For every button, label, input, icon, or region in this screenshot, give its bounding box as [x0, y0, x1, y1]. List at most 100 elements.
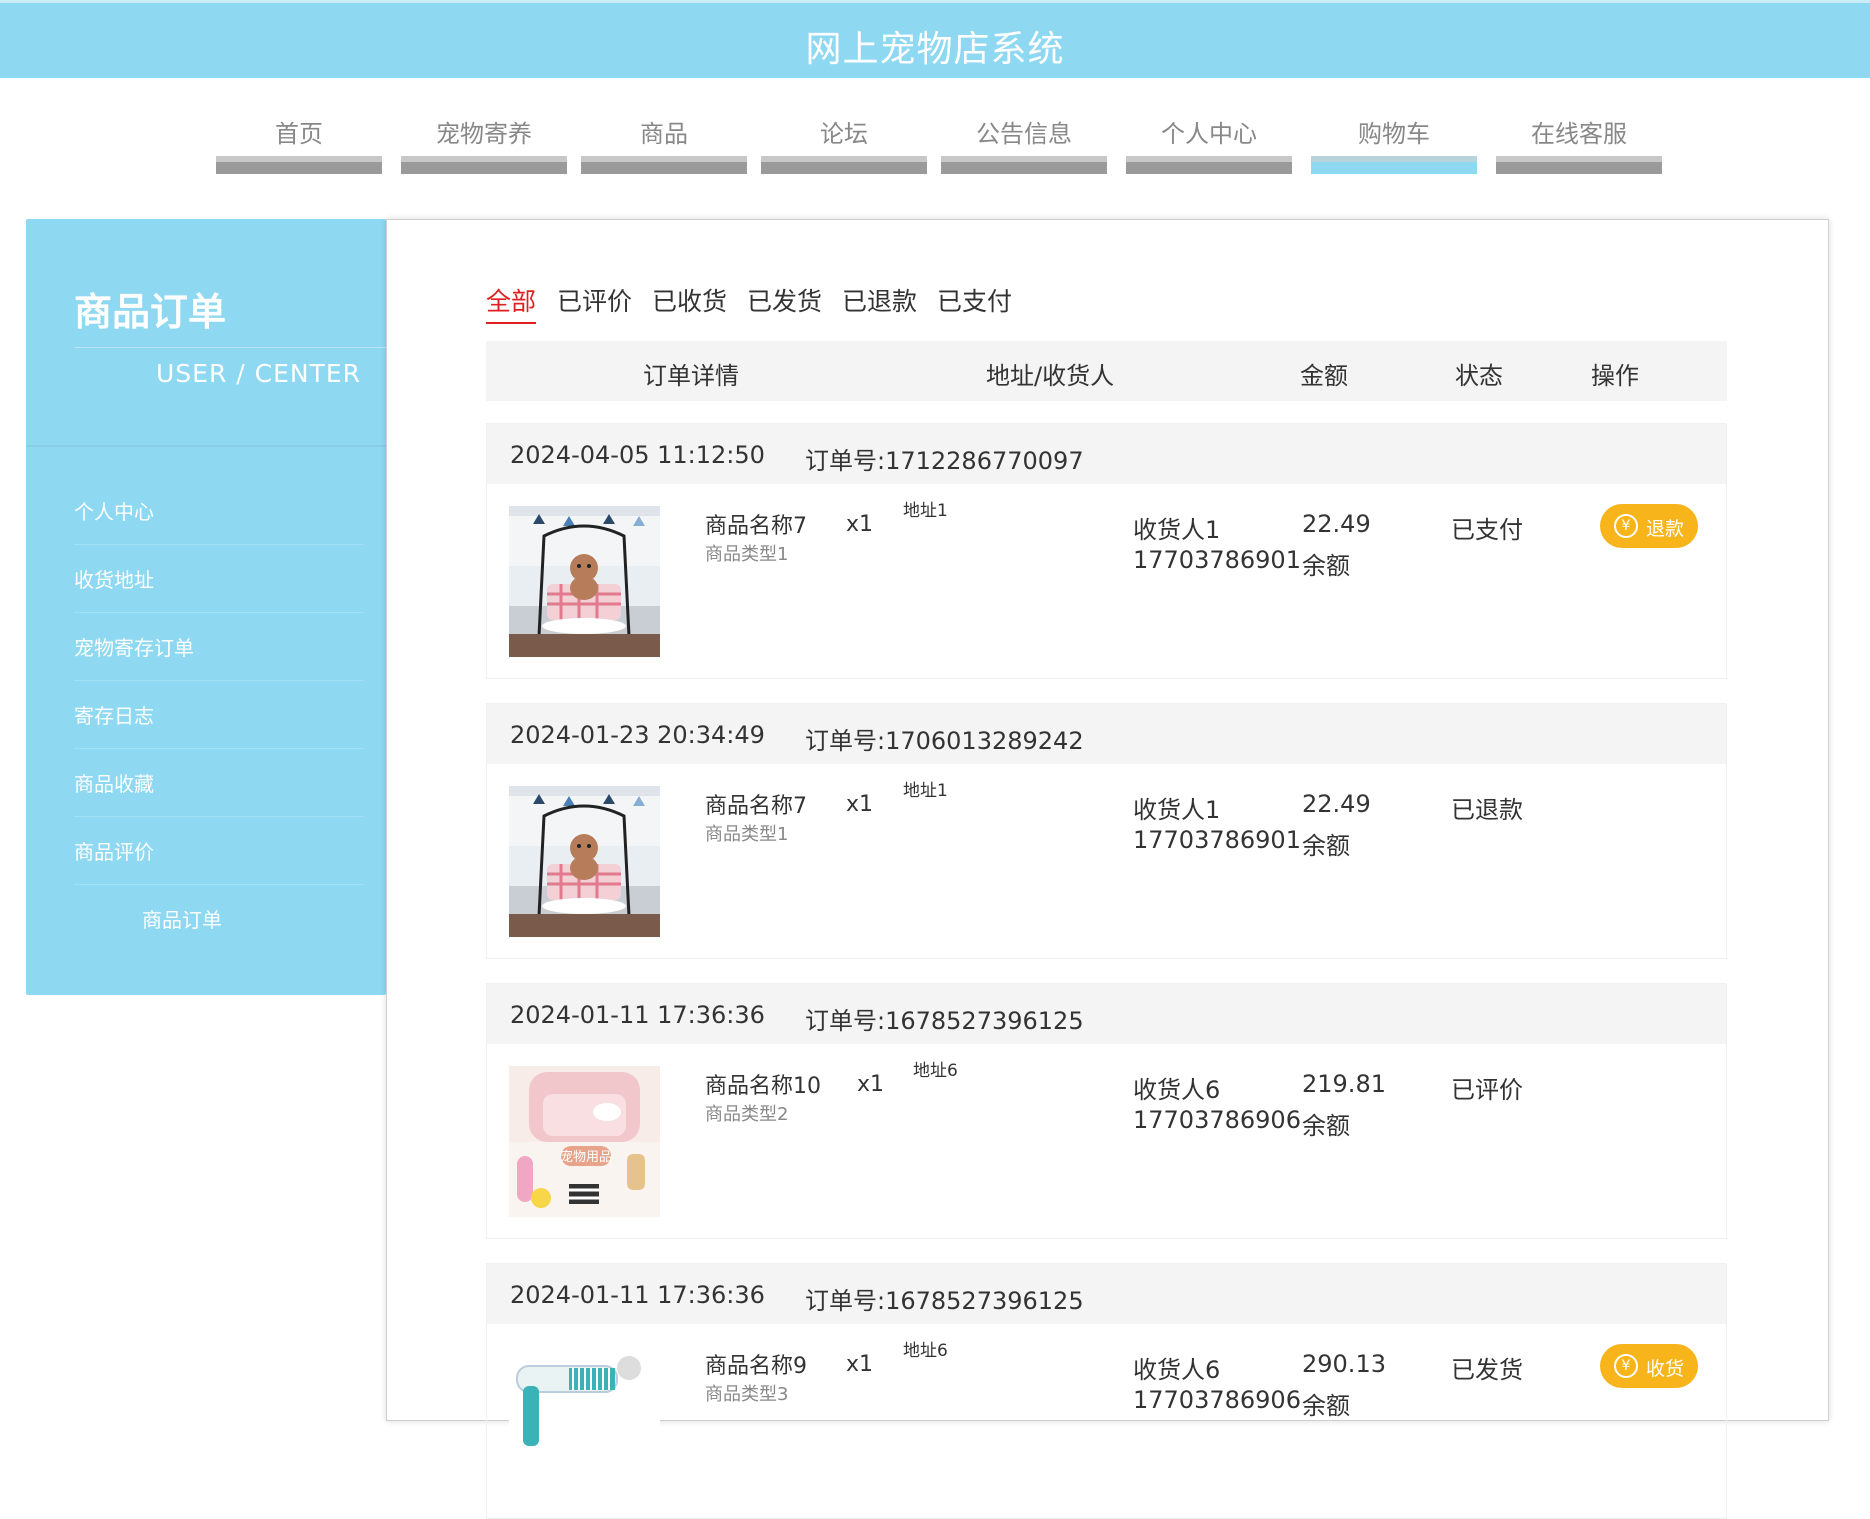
sidebar-item-pet-boarding-orders[interactable]: 宠物寄存订单 [74, 613, 364, 681]
tab-reviewed[interactable]: 已评价 [557, 282, 632, 322]
product-image[interactable] [509, 786, 660, 937]
order-date: 2024-01-11 17:36:36 [510, 1001, 765, 1029]
order-number: 订单号:1706013289242 [805, 727, 1084, 755]
nav-underline [1126, 156, 1292, 174]
product-name[interactable]: 商品名称10 [705, 1068, 821, 1100]
nav-item-online-service[interactable]: 在线客服 [1496, 110, 1662, 174]
nav-underline [941, 156, 1107, 174]
nav-label: 商品 [640, 120, 688, 148]
order-header: 2024-01-23 20:34:49 订单号:1706013289242 [487, 704, 1726, 764]
order-row: 2024-01-11 17:36:36 订单号:1678527396125 宠物… [486, 983, 1727, 1239]
yen-icon: ¥ [1614, 514, 1638, 538]
product-image[interactable]: 宠物用品 [509, 1066, 660, 1217]
product-name[interactable]: 商品名称7 [705, 788, 807, 820]
sidebar-item-label: 宠物寄存订单 [74, 636, 194, 660]
quantity: x1 [857, 1072, 885, 1097]
nav-item-announcements[interactable]: 公告信息 [941, 110, 1107, 174]
receiver-name: 收货人6 [1133, 1356, 1221, 1384]
quantity: x1 [846, 512, 874, 537]
receiver-phone: 17703786901 [1133, 826, 1301, 854]
order-row: 2024-01-11 17:36:36 订单号:1678527396125 商品… [486, 1263, 1727, 1519]
order-status: 已发货 [1451, 1356, 1523, 1384]
order-number: 订单号:1678527396125 [805, 1287, 1084, 1315]
address: 地址1 [903, 781, 948, 801]
payment-method: 余额 [1302, 1392, 1350, 1420]
receiver-name: 收货人1 [1133, 796, 1221, 824]
order-date: 2024-01-11 17:36:36 [510, 1281, 765, 1309]
sidebar-divider [74, 347, 386, 348]
nav-label: 在线客服 [1531, 120, 1627, 148]
order-amount: 22.49 [1302, 510, 1371, 538]
nav-underline [761, 156, 927, 174]
nav-underline-active [1311, 156, 1477, 174]
order-header: 2024-04-05 11:12:50 订单号:1712286770097 [487, 424, 1726, 484]
nav-label: 首页 [275, 120, 323, 148]
column-header: 操作 [1591, 362, 1639, 390]
sidebar-item-boarding-log[interactable]: 寄存日志 [74, 681, 364, 749]
tab-shipped[interactable]: 已发货 [747, 282, 822, 322]
product-image[interactable] [509, 506, 660, 657]
sidebar-title: 商品订单 [74, 290, 227, 334]
nav-label: 公告信息 [976, 120, 1072, 148]
sidebar: 商品订单 USER / CENTER 个人中心 收货地址 宠物寄存订单 寄存日志… [26, 219, 386, 995]
order-date: 2024-04-05 11:12:50 [510, 441, 765, 469]
nav-label: 宠物寄养 [436, 120, 532, 148]
order-status: 已退款 [1451, 796, 1523, 824]
nav-label: 个人中心 [1161, 120, 1257, 148]
product-name[interactable]: 商品名称7 [705, 508, 807, 540]
receiver-phone: 17703786906 [1133, 1386, 1301, 1414]
tab-all[interactable]: 全部 [486, 282, 537, 324]
sidebar-item-product-orders[interactable]: 商品订单 [74, 885, 364, 953]
nav-item-pet-boarding[interactable]: 宠物寄养 [401, 110, 567, 174]
confirm-receipt-button[interactable]: ¥ 收货 [1600, 1344, 1698, 1388]
nav-item-cart[interactable]: 购物车 [1311, 110, 1477, 174]
nav-item-user-center[interactable]: 个人中心 [1126, 110, 1292, 174]
refund-button[interactable]: ¥ 退款 [1600, 504, 1698, 548]
site-title: 网上宠物店系统 [805, 29, 1065, 70]
payment-method: 余额 [1302, 832, 1350, 860]
dog-swing-image [509, 786, 660, 937]
nav-item-products[interactable]: 商品 [581, 110, 747, 174]
order-number: 订单号:1712286770097 [805, 447, 1084, 475]
receiver-phone: 17703786906 [1133, 1106, 1301, 1134]
dog-swing-image [509, 506, 660, 657]
sidebar-item-label: 商品评价 [74, 840, 154, 864]
nav-underline [581, 156, 747, 174]
sidebar-item-label: 商品订单 [142, 908, 222, 932]
grooming-tool-image [509, 1346, 660, 1497]
nav-item-home[interactable]: 首页 [216, 110, 382, 174]
product-image[interactable] [509, 1346, 660, 1497]
nav-item-forum[interactable]: 论坛 [761, 110, 927, 174]
receiver-name: 收货人1 [1133, 516, 1221, 544]
column-header: 金额 [1300, 362, 1348, 390]
order-date: 2024-01-23 20:34:49 [510, 721, 765, 749]
sidebar-item-shipping-address[interactable]: 收货地址 [74, 545, 364, 613]
image-caption: 宠物用品 [560, 1149, 612, 1165]
product-name[interactable]: 商品名称9 [705, 1348, 807, 1380]
tab-refunded[interactable]: 已退款 [842, 282, 917, 322]
sidebar-separator [26, 445, 386, 447]
payment-method: 余额 [1302, 552, 1350, 580]
column-header: 地址/收货人 [986, 362, 1115, 390]
address: 地址6 [913, 1061, 958, 1081]
order-amount: 219.81 [1302, 1070, 1386, 1098]
order-amount: 22.49 [1302, 790, 1371, 818]
order-status: 已支付 [1451, 516, 1523, 544]
sidebar-item-user-center[interactable]: 个人中心 [74, 477, 364, 545]
sidebar-item-reviews[interactable]: 商品评价 [74, 817, 364, 885]
tab-paid[interactable]: 已支付 [937, 282, 1012, 322]
button-label: 退款 [1646, 518, 1685, 540]
nav-underline [401, 156, 567, 174]
order-header: 2024-01-11 17:36:36 订单号:1678527396125 [487, 984, 1726, 1044]
sidebar-item-label: 个人中心 [74, 500, 154, 524]
order-header: 2024-01-11 17:36:36 订单号:1678527396125 [487, 1264, 1726, 1324]
tab-received[interactable]: 已收货 [652, 282, 727, 322]
quantity: x1 [846, 1352, 874, 1377]
address: 地址1 [903, 501, 948, 521]
order-number: 订单号:1678527396125 [805, 1007, 1084, 1035]
button-label: 收货 [1646, 1358, 1685, 1380]
sidebar-subtitle: USER / CENTER [156, 359, 362, 388]
order-row: 2024-01-23 20:34:49 订单号:1706013289242 商品… [486, 703, 1727, 959]
order-status: 已评价 [1451, 1076, 1523, 1104]
sidebar-item-favorites[interactable]: 商品收藏 [74, 749, 364, 817]
